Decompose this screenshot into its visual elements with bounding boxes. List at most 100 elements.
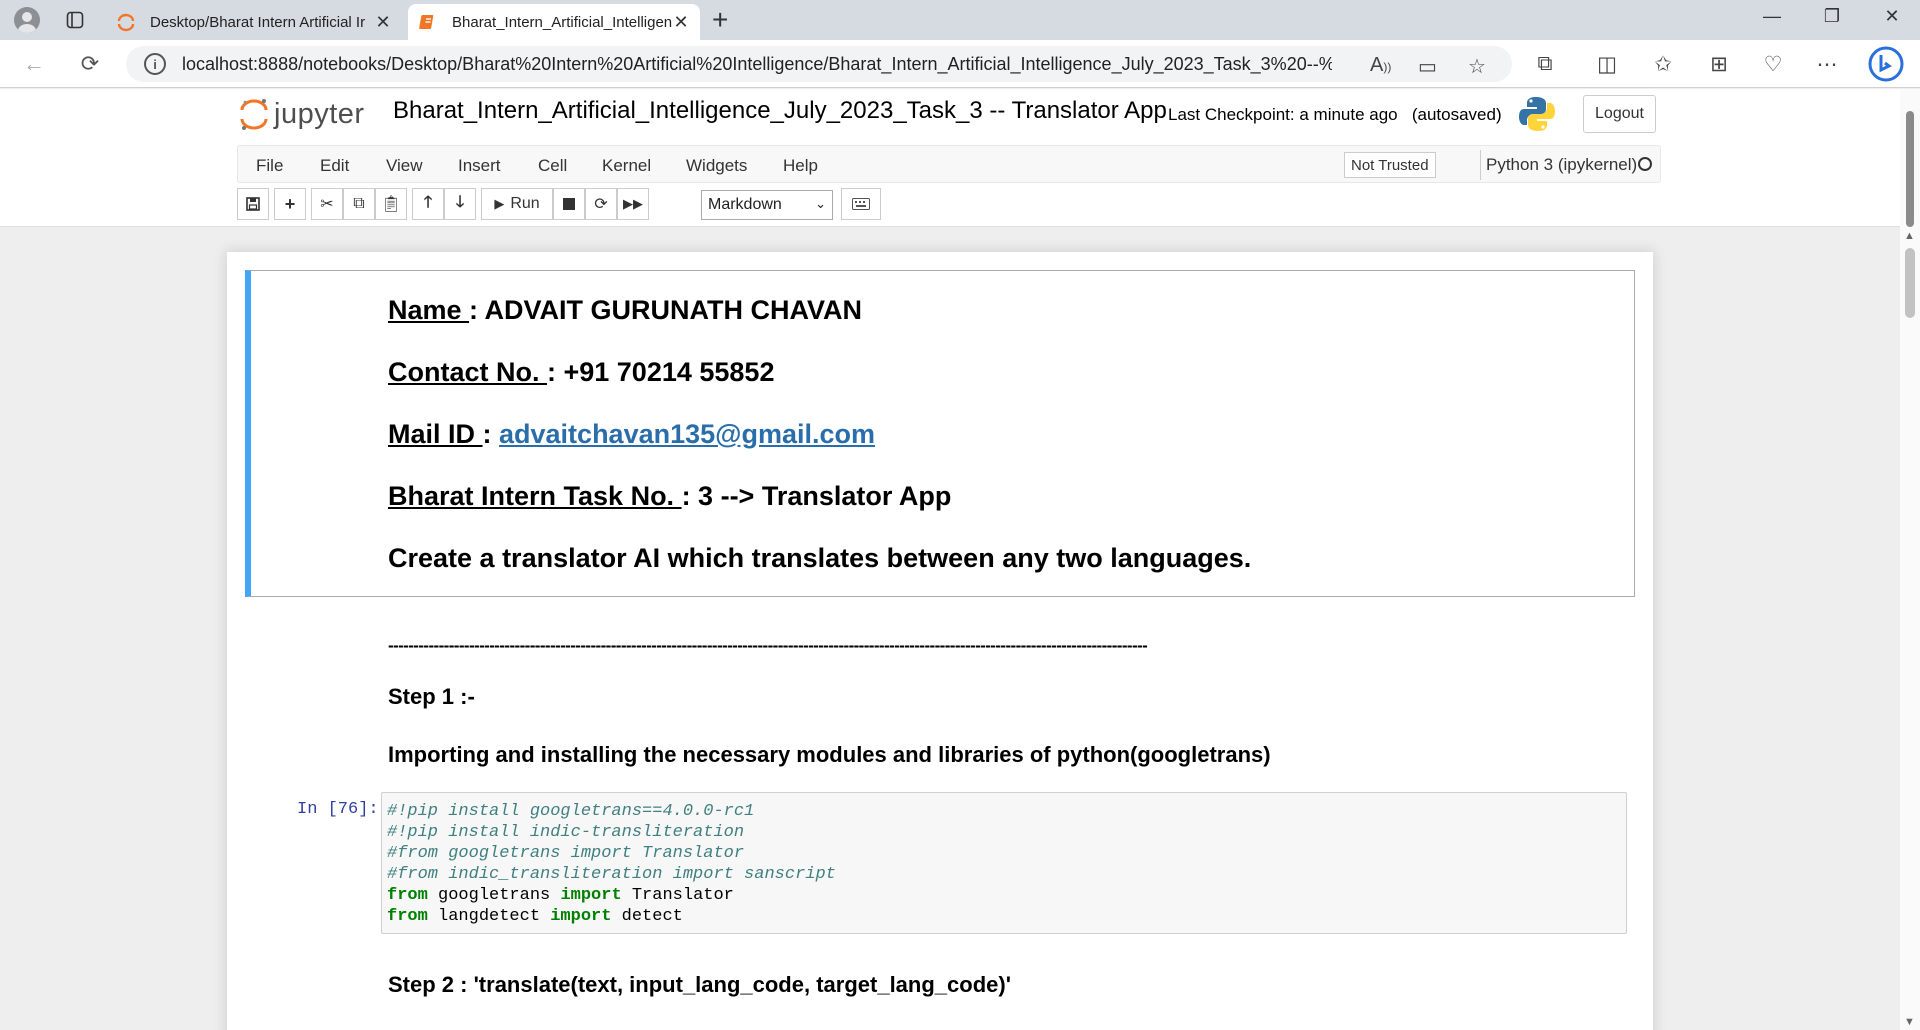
url-text[interactable]: localhost:8888/notebooks/Desktop/Bharat%… [182,54,1332,75]
move-up-button[interactable]: 🡑 [412,188,444,220]
mail-link[interactable]: advaitchavan135@gmail.com [499,419,875,449]
trust-indicator[interactable]: Not Trusted [1344,152,1436,178]
contact-value: : +91 70214 55852 [547,357,775,387]
autosave-text: (autosaved) [1411,105,1502,124]
collections-icon[interactable]: ⊞ [1704,52,1734,77]
jupyter-logo-icon [240,99,268,130]
browser-essentials-icon[interactable]: ♡ [1758,52,1788,77]
new-tab-icon[interactable]: + [712,6,728,34]
cut-button[interactable]: ✂ [311,188,343,220]
selected-markdown-cell[interactable]: Name : ADVAIT GURUNATH CHAVAN Contact No… [245,270,1635,597]
address-toolbar: ← ⟳ i localhost:8888/notebooks/Desktop/B… [0,40,1920,88]
save-icon [246,197,260,211]
tab-title: Desktop/Bharat Intern Artificial Ir [150,13,366,31]
close-tab-icon[interactable]: ✕ [672,12,690,33]
menu-insert[interactable]: Insert [458,156,501,176]
jupyter-logo[interactable]: jupyter [240,97,365,131]
step1-description: Importing and installing the necessary m… [388,742,1271,767]
close-tab-icon[interactable]: ✕ [374,12,392,33]
menu-file[interactable]: File [256,156,283,176]
keyword: import [550,907,612,926]
interrupt-button[interactable] [553,188,585,220]
browser-tab-bar: Desktop/Bharat Intern Artificial Ir ✕ Bh… [0,0,1920,40]
step2-title: Step 2 : 'translate(text, input_lang_cod… [388,972,1011,997]
scroll-down-icon[interactable]: ▼ [1904,1016,1915,1028]
page-scrollbar[interactable] [1900,89,1920,228]
menu-help[interactable]: Help [783,156,818,176]
jupyter-favicon-icon [117,13,135,32]
notebook-container: Name : ADVAIT GURUNATH CHAVAN Contact No… [227,252,1653,1030]
immersive-reader-icon[interactable]: ▭ [1418,54,1437,79]
restart-button[interactable]: ⟳ [585,188,617,220]
site-info-icon[interactable]: i [144,53,166,75]
cell-type-value: Markdown [708,196,782,213]
code-line: #from googletrans import Translator [387,844,745,863]
jupyter-logo-text: jupyter [274,97,365,130]
restore-icon[interactable]: ❐ [1812,6,1852,27]
restart-icon: ⟳ [594,196,608,213]
contact-line: Contact No. : +91 70214 55852 [388,357,774,388]
menu-bar: File Edit View Insert Cell Kernel Widget… [237,145,1661,183]
notebook-area: Name : ADVAIT GURUNATH CHAVAN Contact No… [0,228,1900,1030]
paste-button[interactable]: 📋︎ [375,188,407,220]
menu-widgets[interactable]: Widgets [686,156,747,176]
close-window-icon[interactable]: ✕ [1872,6,1912,27]
save-button[interactable] [237,188,269,220]
keyword: import [560,886,622,905]
kernel-name[interactable]: Python 3 (ipykernel) [1486,155,1637,175]
back-icon[interactable]: ← [18,50,50,78]
kernel-idle-icon [1638,157,1652,171]
favorites-icon[interactable]: ✩ [1648,52,1678,77]
split-screen-icon[interactable]: ◫ [1592,52,1622,77]
plus-icon: + [284,193,296,214]
read-aloud-icon[interactable]: A)) [1370,54,1391,77]
module-name: googletrans [427,886,561,905]
restart-run-all-button[interactable]: ▶▶ [617,188,649,220]
fast-forward-icon: ▶▶ [623,196,643,211]
extensions-icon[interactable]: ⧉ [1530,52,1560,76]
menu-cell[interactable]: Cell [538,156,567,176]
refresh-icon[interactable]: ⟳ [74,50,106,78]
name-line: Name : ADVAIT GURUNATH CHAVAN [388,295,862,326]
tab-actions-icon[interactable] [60,6,90,34]
scissors-icon: ✂ [320,196,334,213]
scroll-up-icon[interactable]: ▲ [1904,230,1915,242]
copilot-icon[interactable] [1868,46,1904,88]
checkpoint-text: Last Checkpoint: a minute ago [1168,105,1398,124]
logout-button[interactable]: Logout [1583,95,1656,133]
code-cell[interactable]: #!pip install googletrans==4.0.0-rc1 #!p… [381,792,1627,934]
notebook-scrollbar[interactable]: ▲ ▼ [1900,228,1920,1030]
menu-view[interactable]: View [386,156,423,176]
task-value: : 3 --> Translator App [681,481,952,511]
run-button[interactable]: ▶ Run [481,188,553,220]
stop-icon [563,198,575,210]
menu-kernel[interactable]: Kernel [602,156,651,176]
copy-button[interactable]: ⧉ [343,188,375,220]
code-line: from langdetect import detect [387,906,1621,927]
mail-label: Mail ID [388,419,483,449]
command-palette-button[interactable] [841,188,881,220]
notebook-title[interactable]: Bharat_Intern_Artificial_Intelligence_Ju… [393,97,1167,125]
profile-icon[interactable] [12,6,42,34]
more-menu-icon[interactable]: ⋯ [1812,52,1842,77]
cell-type-select[interactable]: Markdown ⌄ [701,190,833,220]
insert-cell-button[interactable]: + [274,188,306,220]
keyboard-icon [852,198,870,210]
favorite-star-icon[interactable]: ☆ [1468,54,1486,79]
keyword: from [387,907,428,926]
move-down-button[interactable]: 🡓 [444,188,476,220]
scrollbar-thumb[interactable] [1905,248,1915,318]
task-line: Bharat Intern Task No. : 3 --> Translato… [388,481,951,512]
minimize-icon[interactable]: — [1752,6,1792,27]
code-line: from googletrans import Translator [387,885,1621,906]
tab-notebook-tree[interactable]: Desktop/Bharat Intern Artificial Ir ✕ [106,4,402,40]
tab-title: Bharat_Intern_Artificial_Intelligen [452,13,672,31]
url-bar[interactable]: i localhost:8888/notebooks/Desktop/Bhara… [126,46,1512,82]
task-description: Create a translator AI which translates … [388,543,1252,573]
menu-edit[interactable]: Edit [320,156,349,176]
code-line: #!pip install indic-transliteration [387,823,745,842]
tab-notebook-active[interactable]: Bharat_Intern_Artificial_Intelligen ✕ [408,4,700,40]
code-line: #from indic_transliteration import sansc… [387,865,836,884]
import-name: Translator [621,886,734,905]
separator-line: ----------------------------------------… [388,636,1148,655]
